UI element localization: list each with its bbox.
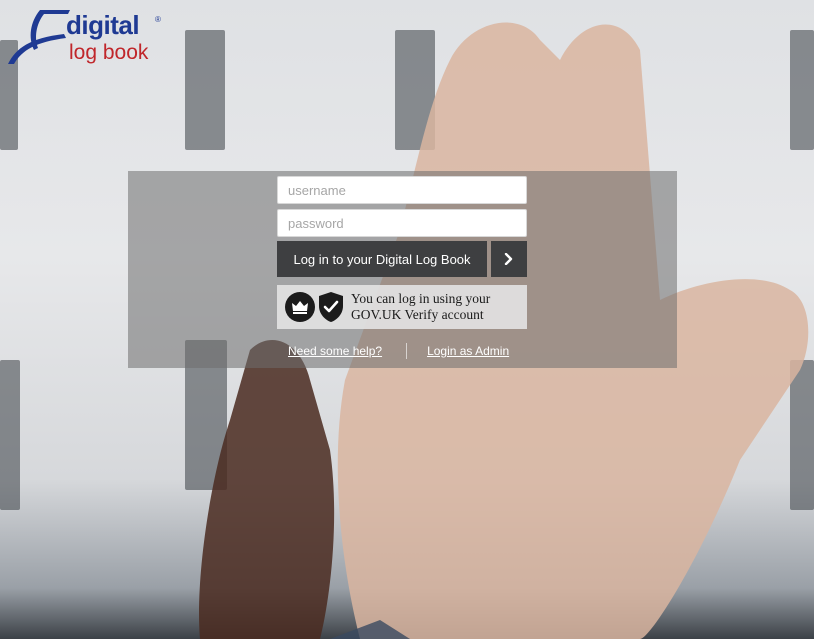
- logo-word-logbook: log book: [69, 41, 149, 64]
- login-button-label: Log in to your Digital Log Book: [293, 251, 471, 267]
- logo[interactable]: digital ® log book: [6, 8, 166, 68]
- login-go-button[interactable]: [491, 241, 527, 277]
- verify-text: You can log in using your GOV.UK Verify …: [351, 291, 490, 323]
- chevron-right-icon: [504, 253, 513, 265]
- logo-word-digital: digital: [66, 10, 140, 40]
- verify-line-2: GOV.UK Verify account: [351, 307, 484, 322]
- panel-links: Need some help? Login as Admin: [288, 343, 509, 359]
- admin-login-link[interactable]: Login as Admin: [427, 344, 509, 358]
- login-button[interactable]: Log in to your Digital Log Book: [277, 241, 487, 277]
- gov-verify-button[interactable]: You can log in using your GOV.UK Verify …: [277, 285, 527, 329]
- crown-icon: [285, 292, 315, 322]
- link-divider: [406, 343, 408, 359]
- logo-registered-mark: ®: [155, 15, 161, 24]
- verify-line-1: You can log in using your: [351, 291, 491, 306]
- username-input[interactable]: [277, 176, 527, 204]
- shield-check-icon: [319, 292, 343, 322]
- help-link[interactable]: Need some help?: [288, 344, 382, 358]
- password-input[interactable]: [277, 209, 527, 237]
